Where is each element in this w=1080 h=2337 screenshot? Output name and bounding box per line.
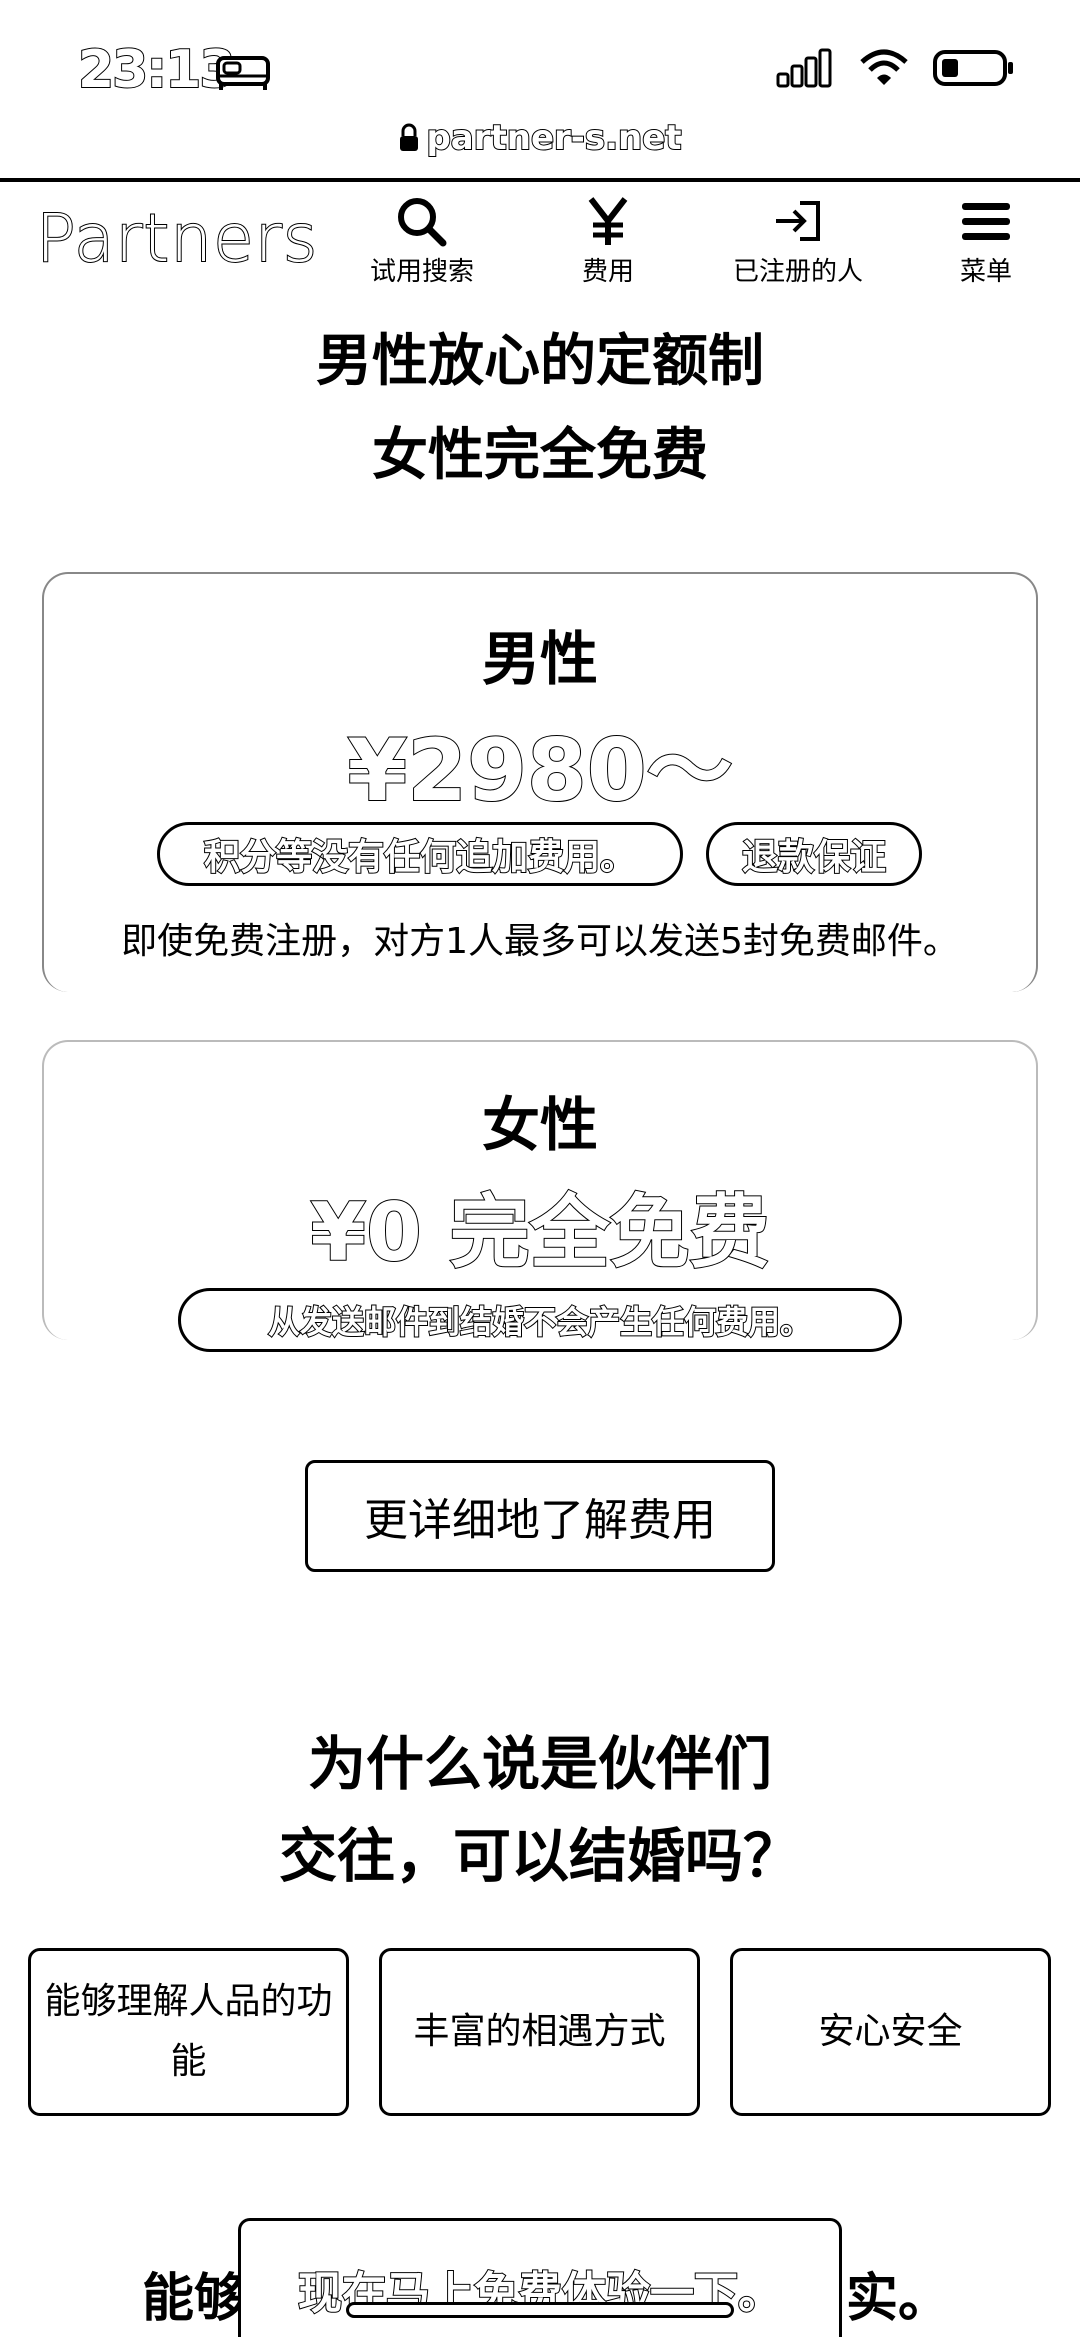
signal-icon [776,48,832,88]
male-price: ¥2980～ [346,720,733,822]
section-text-left: 能够 [142,2269,247,2329]
url-text: partner-s.net [425,117,682,159]
nav-label: 已注册的人 [732,257,863,287]
feature-personality-button[interactable]: 能够理解人品的功能 [28,1948,349,2116]
male-card-title: 男性 [481,625,598,693]
lock-icon [400,123,419,151]
nav-label: 试用搜索 [369,257,474,287]
nav-item-fees[interactable]: 费用 [538,195,678,288]
nav-item-menu[interactable]: 菜单 [916,195,1056,288]
feature-safety-button[interactable]: 安心安全 [730,1948,1051,2116]
female-card-title: 女性 [481,1091,598,1159]
why-title-line1: 为什么说是伙伴们 [307,1730,772,1798]
hamburger-menu-icon [962,203,1010,240]
status-indicators [776,48,1016,88]
status-time: 23:13 [77,39,237,101]
refund-guarantee-badge: 退款保证 [706,822,922,886]
divider [0,178,1080,182]
no-cost-badge: 从发送邮件到结婚不会产生任何费用。 [178,1288,902,1352]
battery-icon [933,50,1013,86]
female-price: ¥0 完全免费 [309,1185,770,1280]
headline-line2: 女性完全免费 [372,423,708,488]
sleep-focus-icon [216,56,270,90]
yen-icon [588,197,628,245]
why-title-line2: 交往，可以结婚吗？ [278,1822,801,1890]
headline-line1: 男性放心的定额制 [316,329,764,394]
home-indicator [346,2302,734,2318]
nav-label: 菜单 [959,257,1012,287]
search-icon [398,198,447,247]
url-bar[interactable]: partner-s.net [0,117,1080,159]
nav-item-trial-search[interactable]: 试用搜索 [352,195,492,288]
section-text-right: 实。 [846,2269,951,2329]
wifi-icon [860,49,908,85]
no-extra-fee-badge: 积分等没有任何追加费用。 [157,822,683,886]
nav-item-registered-login[interactable]: 已注册的人 [726,195,870,288]
feature-encounter-button[interactable]: 丰富的相遇方式 [379,1948,700,2116]
fee-details-button[interactable]: 更详细地了解费用 [305,1460,775,1572]
male-free-mail-note: 即使免费注册，对方1人最多可以发送5封免费邮件。 [121,921,959,962]
free-trial-cta-button[interactable]: 现在马上免费体验一下。 [238,2218,842,2337]
nav-label: 费用 [581,257,634,287]
site-logo[interactable]: Partners [35,199,318,278]
login-icon [776,201,820,241]
